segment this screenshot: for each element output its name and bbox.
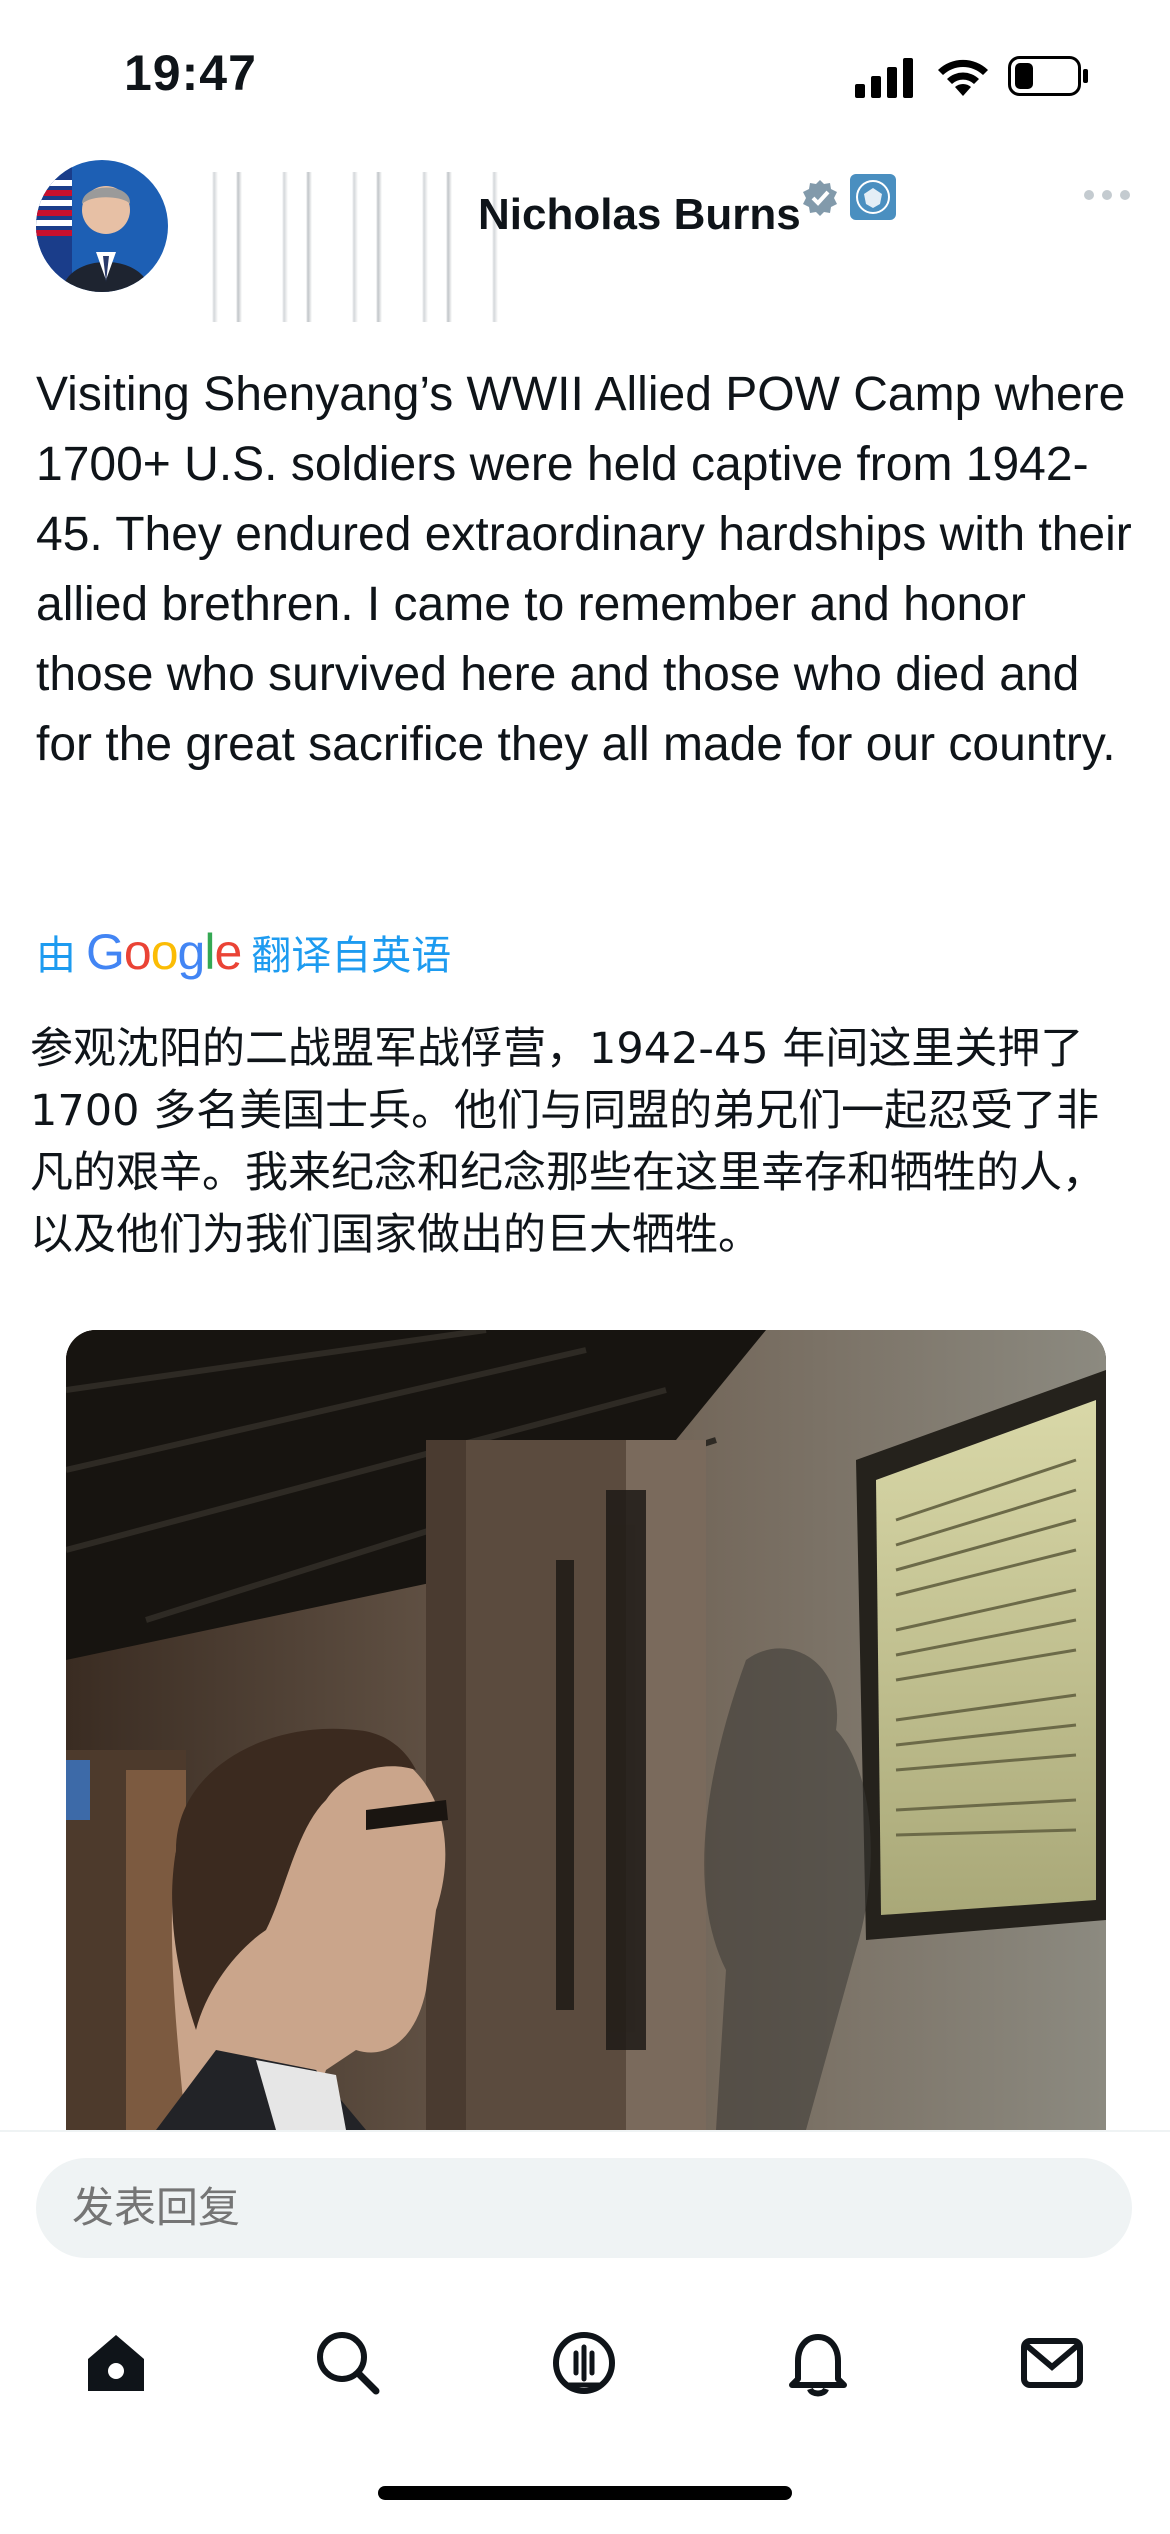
more-options-icon[interactable]: [1082, 185, 1132, 205]
post-author-row: Nicholas Burns: [0, 150, 1170, 322]
translated-post-text: 参观沈阳的二战盟军战俘营，1942-45 年间这里关押了 1700 多名美国士兵…: [30, 1024, 1105, 1260]
post-photo[interactable]: [66, 1330, 1106, 2130]
messages-icon[interactable]: [1016, 2327, 1088, 2399]
wifi-icon: [938, 59, 988, 96]
translate-suffix: 翻译自英语: [251, 934, 452, 978]
author-name: Nicholas Burns: [478, 190, 801, 239]
reply-input[interactable]: [36, 2158, 1132, 2258]
home-icon[interactable]: [80, 2327, 152, 2399]
translation-attribution[interactable]: 由 Google 翻译自英语: [36, 922, 451, 982]
cellular-signal-icon: [855, 58, 913, 98]
home-indicator[interactable]: [378, 2486, 792, 2500]
post-text: Visiting Shenyang’s WWII Allied POW Camp…: [36, 368, 1132, 771]
obscured-name-region: [198, 172, 498, 322]
verified-badge-icon: [803, 180, 837, 216]
search-icon[interactable]: [312, 2327, 384, 2399]
bottom-tab-bar: [0, 2297, 1170, 2417]
reply-bar: [0, 2130, 1170, 2534]
notifications-icon[interactable]: [782, 2327, 854, 2399]
status-bar: 19:47: [0, 0, 1170, 150]
author-avatar[interactable]: [36, 160, 168, 292]
translate-prefix: 由: [36, 934, 76, 978]
battery-icon: [1008, 56, 1088, 96]
author-name-area[interactable]: Nicholas Burns: [198, 172, 898, 322]
spaces-icon[interactable]: [548, 2327, 620, 2399]
google-logo: Google: [86, 924, 242, 980]
government-seal-icon: [850, 174, 896, 220]
status-time: 19:47: [124, 45, 257, 101]
